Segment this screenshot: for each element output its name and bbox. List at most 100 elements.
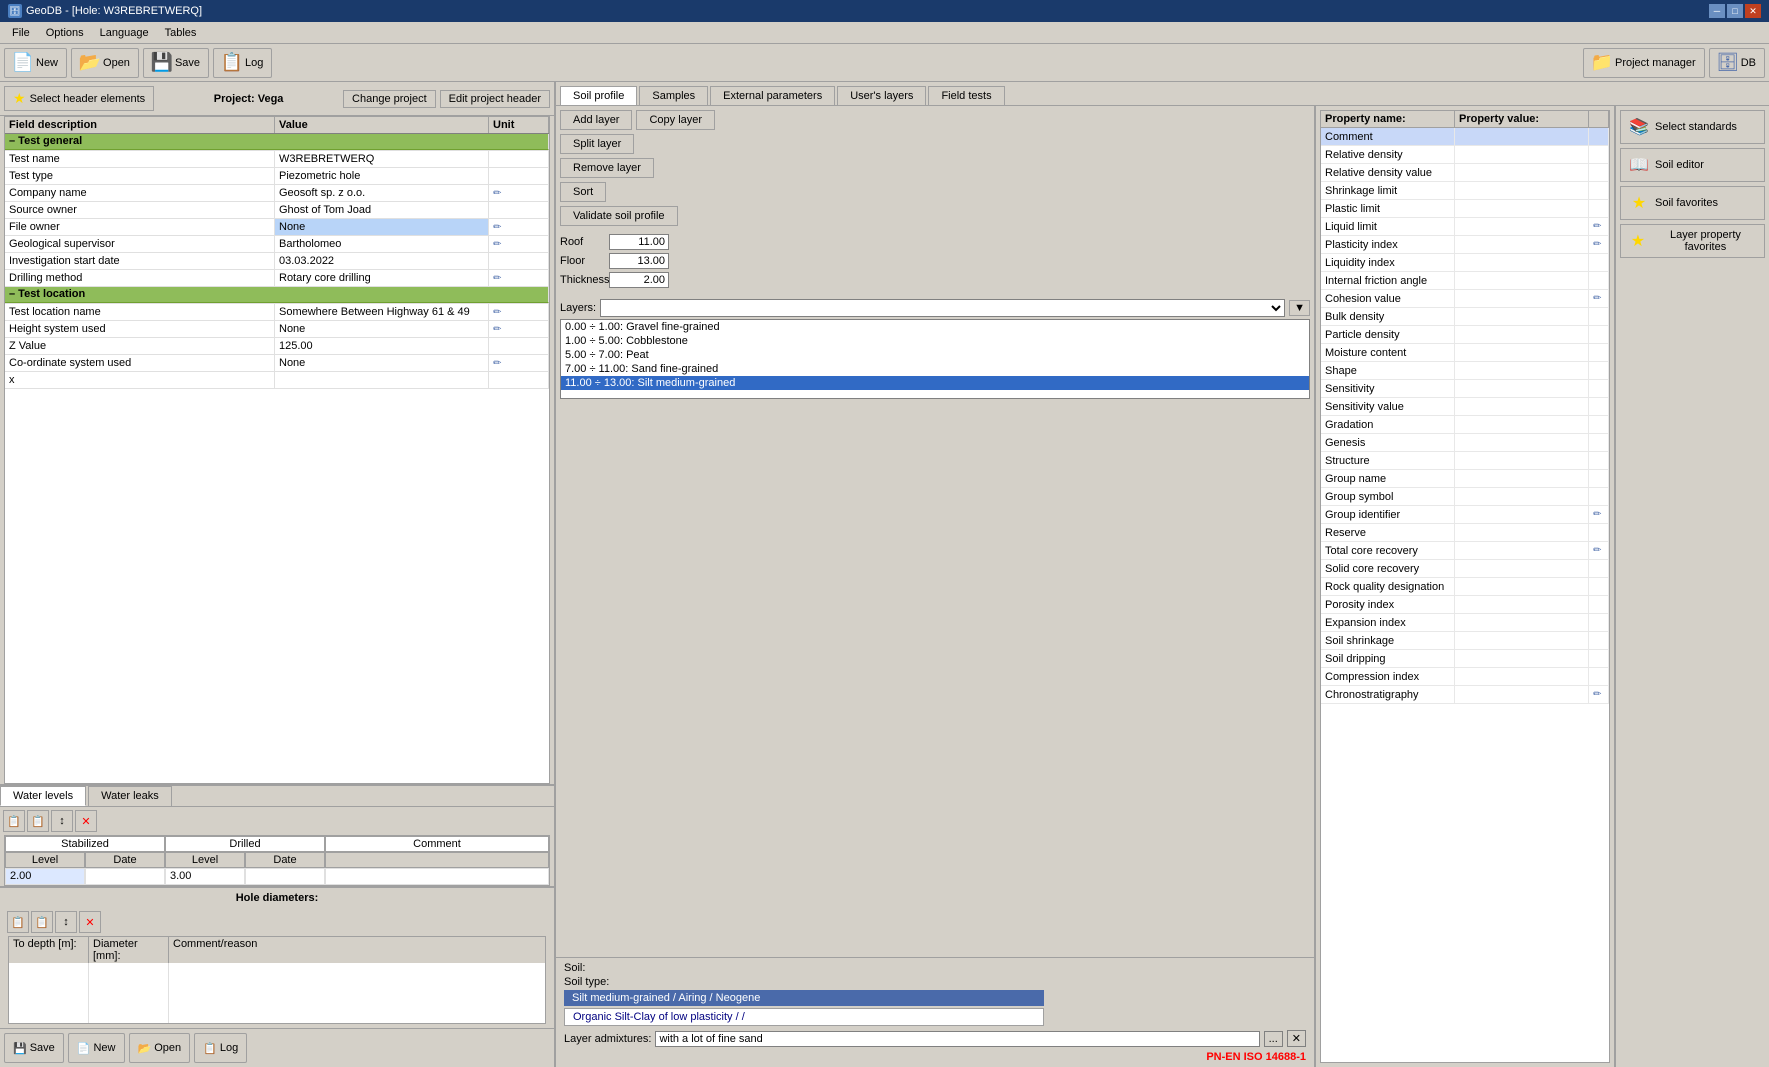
edit-drilling-icon[interactable]: ✏	[493, 273, 501, 284]
drill-date-value[interactable]	[245, 868, 325, 885]
close-button[interactable]: ✕	[1745, 4, 1761, 18]
admixture-input[interactable]	[655, 1031, 1259, 1047]
menu-file[interactable]: File	[4, 25, 38, 41]
layers-dropdown[interactable]	[600, 299, 1285, 317]
bottom-open-button[interactable]: 📂 Open	[129, 1033, 191, 1063]
save-button[interactable]: 💾 Save	[143, 48, 209, 78]
bottom-new-button[interactable]: 📄 New	[68, 1033, 125, 1063]
add-layer-button[interactable]: Add layer	[560, 110, 632, 130]
prop-value-reserve[interactable]	[1455, 524, 1589, 541]
layers-dropdown-btn[interactable]: ▼	[1289, 300, 1310, 316]
edit-gi-icon[interactable]: ✏	[1593, 509, 1601, 520]
water-delete-button[interactable]: ✕	[75, 810, 97, 832]
prop-value-cohesion[interactable]	[1455, 290, 1589, 307]
bottom-log-button[interactable]: 📋 Log	[194, 1033, 247, 1063]
prop-value-plastic[interactable]	[1455, 200, 1589, 217]
floor-input[interactable]	[609, 253, 669, 269]
db-button[interactable]: 🗄 DB	[1709, 48, 1765, 78]
menu-tables[interactable]: Tables	[157, 25, 205, 41]
log-button[interactable]: 📋 Log	[213, 48, 272, 78]
select-header-elements-button[interactable]: ★ Select header elements	[4, 86, 154, 111]
bottom-save-button[interactable]: 💾 Save	[4, 1033, 64, 1063]
validate-button[interactable]: Validate soil profile	[560, 206, 678, 226]
prop-value-group-symbol[interactable]	[1455, 488, 1589, 505]
list-item[interactable]: 0.00 ÷ 1.00: Gravel fine-grained	[561, 320, 1309, 334]
prop-value-rd-value[interactable]	[1455, 164, 1589, 181]
hole-delete-button[interactable]: ✕	[79, 911, 101, 933]
prop-value-expansion[interactable]	[1455, 614, 1589, 631]
edit-liquid-icon[interactable]: ✏	[1593, 221, 1601, 232]
prop-value-chrono[interactable]	[1455, 686, 1589, 703]
tab-soil-profile[interactable]: Soil profile	[560, 86, 637, 105]
minimize-button[interactable]: ─	[1709, 4, 1725, 18]
prop-value-bulk-density[interactable]	[1455, 308, 1589, 325]
stab-date-value[interactable]	[85, 868, 165, 885]
prop-value-friction[interactable]	[1455, 272, 1589, 289]
tab-water-levels[interactable]: Water levels	[0, 786, 86, 806]
prop-value-liquid[interactable]	[1455, 218, 1589, 235]
prop-value-structure[interactable]	[1455, 452, 1589, 469]
water-add2-button[interactable]: 📋	[27, 810, 49, 832]
menu-language[interactable]: Language	[92, 25, 157, 41]
edit-company-icon[interactable]: ✏	[493, 188, 501, 199]
water-add-button[interactable]: 📋	[3, 810, 25, 832]
prop-value-shrinkage[interactable]	[1455, 182, 1589, 199]
prop-value-soil-shrinkage[interactable]	[1455, 632, 1589, 649]
prop-value-compression[interactable]	[1455, 668, 1589, 685]
thickness-input[interactable]	[609, 272, 669, 288]
list-item[interactable]: 5.00 ÷ 7.00: Peat	[561, 348, 1309, 362]
remove-layer-button[interactable]: Remove layer	[560, 158, 654, 178]
edit-location-icon[interactable]: ✏	[493, 307, 501, 318]
prop-edit-group-id[interactable]: ✏	[1589, 506, 1609, 523]
sort-button[interactable]: Sort	[560, 182, 606, 202]
prop-value-porosity[interactable]	[1455, 596, 1589, 613]
prop-edit-chrono[interactable]: ✏	[1589, 686, 1609, 703]
tab-external-parameters[interactable]: External parameters	[710, 86, 835, 105]
split-layer-button[interactable]: Split layer	[560, 134, 634, 154]
tab-water-leaks[interactable]: Water leaks	[88, 786, 172, 806]
edit-height-icon[interactable]: ✏	[493, 324, 501, 335]
edit-project-header-button[interactable]: Edit project header	[440, 90, 550, 108]
prop-value-moisture[interactable]	[1455, 344, 1589, 361]
copy-layer-button[interactable]: Copy layer	[636, 110, 715, 130]
hole-move-button[interactable]: ↕	[55, 911, 77, 933]
prop-value-total-core[interactable]	[1455, 542, 1589, 559]
hole-add-button[interactable]: 📋	[7, 911, 29, 933]
roof-input[interactable]	[609, 234, 669, 250]
edit-chrono-icon[interactable]: ✏	[1593, 689, 1601, 700]
restore-button[interactable]: □	[1727, 4, 1743, 18]
prop-value-soil-dripping[interactable]	[1455, 650, 1589, 667]
layer-property-favorites-button[interactable]: ★ Layer property favorites	[1620, 224, 1765, 258]
comment-value[interactable]	[325, 868, 549, 885]
prop-edit-liquid[interactable]: ✏	[1589, 218, 1609, 235]
drill-level-value[interactable]: 3.00	[165, 868, 245, 885]
prop-value-relative-density[interactable]	[1455, 146, 1589, 163]
soil-editor-button[interactable]: 📖 Soil editor	[1620, 148, 1765, 182]
prop-value-plasticity-index[interactable]	[1455, 236, 1589, 253]
tab-field-tests[interactable]: Field tests	[928, 86, 1004, 105]
prop-value-genesis[interactable]	[1455, 434, 1589, 451]
prop-value-comment[interactable]	[1455, 128, 1589, 145]
prop-edit-plasticity-index[interactable]: ✏	[1589, 236, 1609, 253]
stab-level-value[interactable]: 2.00	[5, 868, 85, 885]
prop-edit-total-core[interactable]: ✏	[1589, 542, 1609, 559]
prop-value-gradation[interactable]	[1455, 416, 1589, 433]
prop-value-liquidity-index[interactable]	[1455, 254, 1589, 271]
list-item[interactable]: 1.00 ÷ 5.00: Cobblestone	[561, 334, 1309, 348]
edit-tc-icon[interactable]: ✏	[1593, 545, 1601, 556]
admixture-clear-btn[interactable]: ✕	[1287, 1030, 1306, 1047]
project-manager-button[interactable]: 📁 Project manager	[1583, 48, 1705, 78]
tab-users-layers[interactable]: User's layers	[837, 86, 926, 105]
edit-coord-icon[interactable]: ✏	[493, 358, 501, 369]
change-project-button[interactable]: Change project	[343, 90, 436, 108]
prop-value-sensitivity-value[interactable]	[1455, 398, 1589, 415]
prop-edit-cohesion[interactable]: ✏	[1589, 290, 1609, 307]
prop-value-particle-density[interactable]	[1455, 326, 1589, 343]
admixture-select-btn[interactable]: ...	[1264, 1031, 1283, 1047]
tab-samples[interactable]: Samples	[639, 86, 708, 105]
prop-value-shape[interactable]	[1455, 362, 1589, 379]
list-item-selected[interactable]: 11.00 ÷ 13.00: Silt medium-grained	[561, 376, 1309, 390]
edit-file-owner-icon[interactable]: ✏	[493, 222, 501, 233]
prop-value-solid-core[interactable]	[1455, 560, 1589, 577]
new-button[interactable]: 📄 New	[4, 48, 67, 78]
